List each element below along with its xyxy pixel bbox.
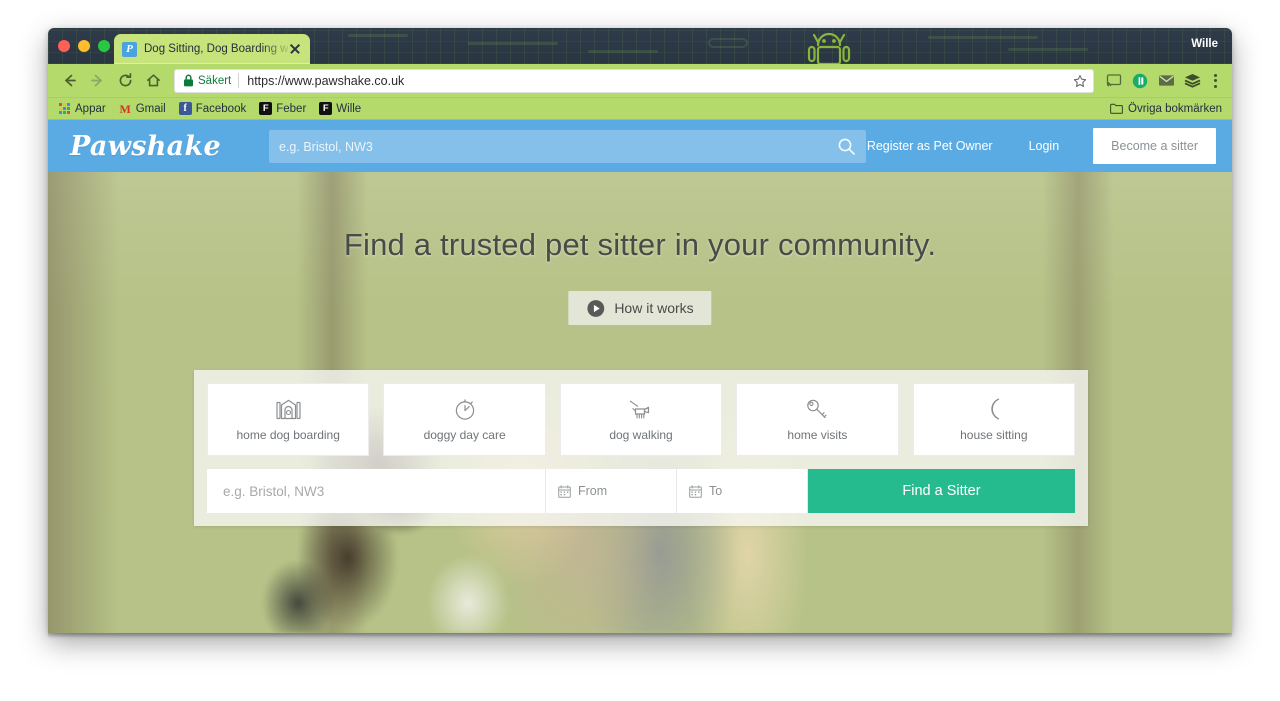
maximize-window-button[interactable] [98,40,110,52]
bookmark-label: Feber [276,102,307,115]
bookmark-apps[interactable]: Appar [58,102,106,115]
browser-tab[interactable]: P Dog Sitting, Dog Boarding with [114,34,310,64]
service-label: home dog boarding [236,428,340,442]
find-a-sitter-button[interactable]: Find a Sitter [808,469,1075,513]
bookmark-label: Appar [75,102,106,115]
dog-on-leash-icon [627,397,655,421]
how-it-works-button[interactable]: How it works [568,291,712,325]
nav-login[interactable]: Login [1011,139,1078,153]
service-label: dog walking [609,428,673,442]
security-status-label: Säkert [198,74,232,87]
web-page: Pawshake e.g. Bristol, NW3 Register as P… [48,120,1232,633]
service-card-home-visits[interactable]: home visits [736,383,899,456]
home-icon[interactable] [140,68,166,94]
dog-house-icon [276,397,301,421]
search-icon[interactable] [837,137,856,156]
bookmark-wille[interactable]: F Wille [319,102,361,115]
pawshake-logo[interactable]: Pawshake [70,131,221,162]
circuit-decoration [1008,48,1088,51]
forward-arrow-icon[interactable] [84,68,110,94]
crescent-moon-icon [983,397,1005,421]
star-icon[interactable] [1073,74,1087,88]
other-bookmarks-label: Övriga bokmärken [1128,102,1222,115]
bookmark-label: Wille [336,102,362,115]
stopwatch-icon [453,397,477,421]
bookmark-label: Facebook [195,102,247,115]
calendar-icon [558,484,571,498]
bookmark-label: Gmail [135,102,166,115]
service-label: house sitting [960,428,1028,442]
tab-title: Dog Sitting, Dog Boarding with [144,43,288,55]
service-card-house-sitting[interactable]: house sitting [912,383,1076,456]
bookmark-gmail[interactable]: M Gmail [119,102,166,115]
date-from-label: From [578,484,608,498]
date-to-label: To [709,484,723,498]
feber-icon: F [259,102,273,115]
browser-toolbar: Säkert https://www.pawshake.co.uk [48,64,1232,98]
browser-window: Wille P Dog Sitting, Dog Boarding with S… [48,28,1232,633]
site-nav: Register as Pet Owner Login Become a sit… [849,128,1216,164]
browser-title-bar: Wille P Dog Sitting, Dog Boarding with [48,28,1232,64]
service-card-dog-walking[interactable]: dog walking [559,383,723,456]
feber-icon: F [319,102,333,115]
bookmark-facebook[interactable]: f Facebook [178,102,247,115]
service-category-row: home dog boarding doggy day care dog wal… [207,383,1076,456]
date-to-field[interactable]: To [677,469,808,513]
calendar-icon [689,484,702,498]
url-text[interactable]: https://www.pawshake.co.uk [247,74,1073,88]
bookmarks-bar: Appar M Gmail f Facebook F Feber F Wille… [48,98,1232,120]
reload-icon[interactable] [112,68,138,94]
become-a-sitter-button[interactable]: Become a sitter [1093,128,1216,164]
bookmark-feber[interactable]: F Feber [259,102,306,115]
search-form-row: e.g. Bristol, NW3 From To Find a Sitter [207,469,1075,513]
search-panel: home dog boarding doggy day care dog wal… [194,370,1088,526]
omnibox-divider [238,73,240,88]
close-window-button[interactable] [58,40,70,52]
date-from-field[interactable]: From [546,469,677,513]
facebook-icon: f [178,102,192,115]
gmail-icon: M [119,101,131,116]
lock-icon [183,74,194,87]
pocket-icon[interactable] [1128,68,1152,94]
other-bookmarks-button[interactable]: Övriga bokmärken [1110,102,1222,115]
how-it-works-label: How it works [614,300,694,316]
layers-icon[interactable] [1180,68,1204,94]
play-circle-icon [586,299,605,318]
mail-icon[interactable] [1154,68,1178,94]
circuit-decoration [468,42,558,45]
key-icon [805,397,829,421]
profile-name-label[interactable]: Wille [1191,38,1218,50]
address-bar[interactable]: Säkert https://www.pawshake.co.uk [174,68,1094,93]
window-shadow [48,633,1232,638]
circuit-decoration [348,34,408,37]
apps-grid-icon [58,102,71,115]
back-arrow-icon[interactable] [56,68,82,94]
circuit-decoration [928,36,1038,39]
header-search-input[interactable]: e.g. Bristol, NW3 [279,140,837,154]
nav-register-pet-owner[interactable]: Register as Pet Owner [849,139,1011,153]
cast-icon[interactable] [1102,68,1126,94]
kebab-menu-icon[interactable] [1206,68,1224,94]
folder-icon [1110,102,1123,115]
pawshake-favicon: P [122,41,137,57]
android-robot-icon [807,32,851,64]
window-controls[interactable] [58,40,110,52]
minimize-window-button[interactable] [78,40,90,52]
circuit-decoration [708,38,748,48]
service-card-doggy-day-care[interactable]: doggy day care [383,383,546,456]
hero-section: Find a trusted pet sitter in your commun… [48,172,1232,633]
service-label: doggy day care [423,428,506,442]
service-label: home visits [787,428,848,442]
close-icon[interactable] [288,42,302,56]
service-card-home-dog-boarding[interactable]: home dog boarding [207,383,370,456]
site-header: Pawshake e.g. Bristol, NW3 Register as P… [48,120,1232,172]
location-input[interactable]: e.g. Bristol, NW3 [207,469,546,513]
circuit-decoration [588,50,658,53]
header-search-box[interactable]: e.g. Bristol, NW3 [269,130,866,163]
page-title: Find a trusted pet sitter in your commun… [343,227,937,262]
